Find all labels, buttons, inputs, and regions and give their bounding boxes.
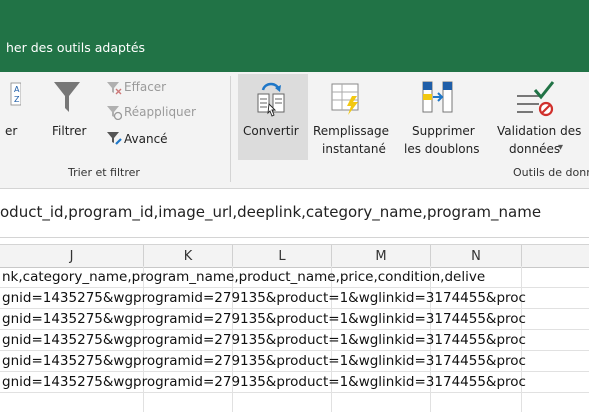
formula-bar-content[interactable]: oduct_id,program_id,image_url,deeplink,c… [0, 203, 541, 221]
filter-button[interactable]: Filtrer [52, 124, 86, 138]
data-ribbon: A Z er Filtrer Effacer Réappliquer Avanc… [0, 72, 589, 189]
column-headers: J K L M N [0, 244, 589, 268]
clear-filter-icon [106, 80, 122, 96]
advanced-filter-icon [106, 130, 122, 146]
data-tools-group-label: Outils de donn [513, 166, 589, 179]
title-bar: her des outils adaptés [0, 0, 589, 72]
remove-duplicates-line2[interactable]: les doublons [404, 142, 480, 156]
chevron-down-icon[interactable]: ▾ [558, 142, 563, 153]
cell-text: gnid=1435275&wgprogramid=279135&product=… [2, 311, 526, 327]
flash-fill-button-line2[interactable]: instantané [322, 142, 386, 156]
data-validation-line2[interactable]: données [509, 142, 560, 156]
table-row[interactable]: gnid=1435275&wgprogramid=279135&product=… [0, 330, 589, 351]
table-row[interactable]: gnid=1435275&wgprogramid=279135&product=… [0, 288, 589, 309]
flash-fill-icon[interactable] [330, 80, 364, 118]
filter-icon[interactable] [52, 78, 82, 118]
sort-button-label[interactable]: er [5, 124, 17, 138]
cell-text: gnid=1435275&wgprogramid=279135&product=… [2, 290, 526, 306]
remove-duplicates-line1[interactable]: Supprimer [412, 124, 475, 138]
svg-text:A: A [14, 85, 20, 94]
column-header-k[interactable]: K [144, 245, 233, 267]
data-validation-line1[interactable]: Validation des [497, 124, 581, 138]
reapply-button[interactable]: Réappliquer [124, 105, 196, 119]
cell-text: gnid=1435275&wgprogramid=279135&product=… [2, 332, 526, 348]
table-row[interactable]: gnid=1435275&wgprogramid=279135&product=… [0, 372, 589, 393]
column-header-m[interactable]: M [332, 245, 431, 267]
table-row[interactable]: gnid=1435275&wgprogramid=279135&product=… [0, 309, 589, 330]
group-separator [230, 76, 231, 182]
sort-az-icon[interactable]: A Z [5, 82, 22, 106]
advanced-button[interactable]: Avancé [124, 132, 168, 146]
text-to-columns-icon[interactable] [255, 80, 289, 118]
formula-bar[interactable]: oduct_id,program_id,image_url,deeplink,c… [0, 189, 589, 238]
cell-text: gnid=1435275&wgprogramid=279135&product=… [2, 374, 526, 390]
column-header-n[interactable]: N [431, 245, 522, 267]
convert-button[interactable]: Convertir [243, 124, 299, 138]
table-row[interactable]: nk,category_name,program_name,product_na… [0, 267, 589, 288]
column-header-j[interactable]: J [0, 245, 144, 267]
flash-fill-button-line1[interactable]: Remplissage [313, 124, 389, 138]
sort-filter-group-label: Trier et filtrer [68, 166, 140, 179]
reapply-icon [106, 104, 123, 121]
data-validation-icon[interactable] [515, 78, 555, 118]
remove-duplicates-icon[interactable] [421, 80, 455, 118]
clear-button[interactable]: Effacer [124, 80, 166, 94]
cell-text: gnid=1435275&wgprogramid=279135&product=… [2, 353, 526, 369]
cell-text: nk,category_name,program_name,product_na… [2, 269, 486, 285]
svg-text:Z: Z [14, 95, 20, 104]
tell-me-text[interactable]: her des outils adaptés [6, 40, 145, 55]
table-row[interactable]: gnid=1435275&wgprogramid=279135&product=… [0, 351, 589, 372]
column-header-l[interactable]: L [233, 245, 332, 267]
